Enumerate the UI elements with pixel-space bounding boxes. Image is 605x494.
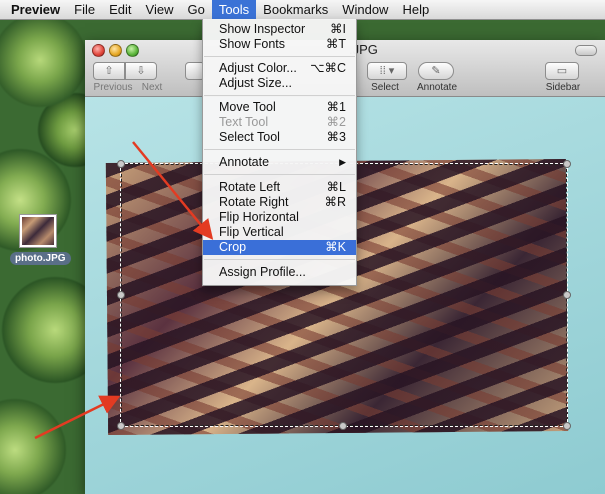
menu-item-crop[interactable]: Crop ⌘K <box>203 240 356 255</box>
menu-item-adjust-color[interactable]: Adjust Color... ⌥⌘C <box>203 61 356 76</box>
menu-item-shortcut: ⌘K <box>325 240 346 254</box>
menu-tools[interactable]: Tools <box>211 0 257 19</box>
image-file-icon <box>19 214 57 248</box>
tools-menu-dropdown: Show Inspector ⌘I Show Fonts ⌘T Adjust C… <box>202 19 357 286</box>
menu-separator <box>204 56 355 57</box>
menu-item-label: Flip Horizontal <box>219 210 299 224</box>
menu-go[interactable]: Go <box>180 0 211 19</box>
sidebar-button[interactable]: ▭ <box>545 62 579 80</box>
menu-item-shortcut: ⌘I <box>330 22 346 36</box>
annotate-button[interactable]: ✎ <box>418 62 454 80</box>
menu-item-label: Flip Vertical <box>219 225 284 239</box>
select-tool-button[interactable]: ⁞⁞ ▾ <box>367 62 407 80</box>
menu-bookmarks[interactable]: Bookmarks <box>256 0 335 19</box>
menu-item-label: Annotate <box>219 155 270 169</box>
next-button[interactable]: ⇩ <box>125 62 157 80</box>
menu-separator <box>204 149 355 150</box>
next-label: Next <box>141 82 163 93</box>
sidebar-icon: ▭ <box>556 65 568 77</box>
menu-bar: Preview File Edit View Go Tools Bookmark… <box>0 0 605 20</box>
desktop-file-label: photo.JPG <box>10 252 71 265</box>
selection-handle[interactable] <box>117 422 125 430</box>
apple-menu-app-preview[interactable]: Preview <box>0 0 67 19</box>
toolbar-toggle-button[interactable] <box>575 45 597 56</box>
menu-item-label: Text Tool <box>219 115 269 129</box>
menu-item-show-inspector[interactable]: Show Inspector ⌘I <box>203 22 356 37</box>
menu-help[interactable]: Help <box>395 0 436 19</box>
menu-item-assign-profile[interactable]: Assign Profile... <box>203 265 356 280</box>
menu-item-label: Rotate Right <box>219 195 289 209</box>
menu-item-text-tool: Text Tool ⌘2 <box>203 115 356 130</box>
menu-item-flip-vertical[interactable]: Flip Vertical <box>203 225 356 240</box>
menu-separator <box>204 259 355 260</box>
arrow-up-icon: ⇧ <box>104 65 114 77</box>
menu-item-annotate[interactable]: Annotate ▶ <box>203 155 356 170</box>
zoom-window-button[interactable] <box>126 44 139 57</box>
menu-item-select-tool[interactable]: Select Tool ⌘3 <box>203 130 356 145</box>
menu-item-adjust-size[interactable]: Adjust Size... <box>203 76 356 91</box>
minimize-window-button[interactable] <box>109 44 122 57</box>
previous-label: Previous <box>93 82 133 93</box>
menu-view[interactable]: View <box>139 0 181 19</box>
previous-button[interactable]: ⇧ <box>93 62 125 80</box>
menu-item-label: Show Fonts <box>219 37 286 51</box>
menu-item-show-fonts[interactable]: Show Fonts ⌘T <box>203 37 356 52</box>
desktop-file-photo[interactable]: photo.JPG <box>10 214 71 265</box>
selection-handle[interactable] <box>339 422 347 430</box>
selection-handle[interactable] <box>563 422 571 430</box>
menu-item-shortcut: ⌘1 <box>326 100 346 114</box>
menu-item-label: Crop <box>219 240 247 254</box>
menu-item-shortcut: ⌘R <box>324 195 346 209</box>
close-window-button[interactable] <box>92 44 105 57</box>
submenu-arrow-icon: ▶ <box>339 157 346 167</box>
menu-separator <box>204 174 355 175</box>
menu-item-shortcut: ⌘L <box>326 180 346 194</box>
menu-item-shortcut: ⌘3 <box>326 130 346 144</box>
menu-file[interactable]: File <box>67 0 102 19</box>
menu-item-label: Adjust Color... <box>219 61 297 75</box>
pencil-icon: ✎ <box>431 65 441 77</box>
select-label: Select <box>371 82 399 93</box>
sidebar-label: Sidebar <box>545 82 581 93</box>
menu-item-rotate-left[interactable]: Rotate Left ⌘L <box>203 180 356 195</box>
menu-item-label: Adjust Size... <box>219 76 292 90</box>
menu-window[interactable]: Window <box>335 0 395 19</box>
menu-item-label: Assign Profile... <box>219 265 306 279</box>
arrow-down-icon: ⇩ <box>136 65 146 77</box>
menu-item-label: Select Tool <box>219 130 280 144</box>
selection-handle[interactable] <box>117 291 125 299</box>
menu-item-label: Show Inspector <box>219 22 306 36</box>
menu-item-label: Move Tool <box>219 100 276 114</box>
menu-separator <box>204 95 355 96</box>
selection-handle[interactable] <box>563 291 571 299</box>
selection-handle[interactable] <box>117 160 125 168</box>
menu-item-rotate-right[interactable]: Rotate Right ⌘R <box>203 195 356 210</box>
menu-item-shortcut: ⌘T <box>325 37 346 51</box>
select-grid-icon: ⁞⁞ ▾ <box>379 65 395 77</box>
menu-item-move-tool[interactable]: Move Tool ⌘1 <box>203 100 356 115</box>
menu-item-label: Rotate Left <box>219 180 281 194</box>
menu-item-shortcut: ⌘2 <box>326 115 346 129</box>
menu-item-shortcut: ⌥⌘C <box>310 61 346 75</box>
menu-item-flip-horizontal[interactable]: Flip Horizontal <box>203 210 356 225</box>
selection-handle[interactable] <box>563 160 571 168</box>
annotate-label: Annotate <box>416 82 458 93</box>
menu-edit[interactable]: Edit <box>102 0 138 19</box>
